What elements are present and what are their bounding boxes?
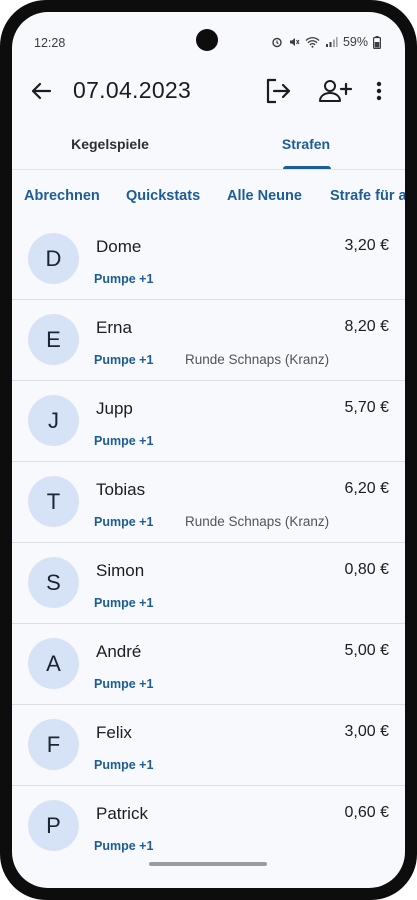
- tab-kegelspiele[interactable]: Kegelspiele: [12, 130, 208, 170]
- penalty-chip[interactable]: Pumpe +1: [94, 272, 153, 286]
- screen: 12:28 59% 07.04.2023 Kegelspiele Strafen…: [12, 12, 405, 888]
- action-row: Abrechnen Quickstats Alle Neune Strafe f…: [12, 182, 405, 212]
- more-vert-icon: [376, 81, 382, 101]
- action-quickstats[interactable]: Quickstats: [126, 188, 200, 204]
- tab-strafen[interactable]: Strafen: [208, 130, 404, 170]
- logout-icon: [266, 78, 291, 104]
- avatar: E: [28, 314, 79, 365]
- avatar: J: [28, 395, 79, 446]
- player-name: Simon: [96, 561, 145, 580]
- penalty-chip[interactable]: Runde Schnaps (Kranz): [185, 352, 329, 367]
- penalty-amount: 0,80 €: [344, 561, 389, 578]
- player-name: Tobias: [96, 480, 146, 499]
- penalty-amount: 6,20 €: [344, 480, 389, 497]
- penalty-chip[interactable]: Pumpe +1: [94, 758, 153, 772]
- home-indicator[interactable]: [149, 862, 267, 866]
- player-row[interactable]: S Simon 0,80 € Pumpe +1: [12, 543, 405, 624]
- back-button[interactable]: [26, 76, 56, 106]
- penalty-amount: 3,20 €: [344, 237, 389, 254]
- penalty-amount: 5,70 €: [344, 399, 389, 416]
- player-name: Jupp: [96, 399, 133, 418]
- more-options-button[interactable]: [369, 76, 389, 106]
- avatar: T: [28, 476, 79, 527]
- penalty-chip[interactable]: Pumpe +1: [94, 677, 153, 691]
- status-time: 12:28: [34, 36, 66, 50]
- battery-percent: 59%: [342, 35, 368, 49]
- player-row[interactable]: T Tobias 6,20 € Pumpe +1 Runde Schnaps (…: [12, 462, 405, 543]
- player-name: Erna: [96, 318, 132, 337]
- avatar: A: [28, 638, 79, 689]
- player-name: Felix: [96, 723, 132, 742]
- penalty-chip[interactable]: Runde Schnaps (Kranz): [185, 514, 329, 529]
- penalty-chip[interactable]: Pumpe +1: [94, 839, 153, 853]
- avatar: S: [28, 557, 79, 608]
- avatar: F: [28, 719, 79, 770]
- tab-bar: Kegelspiele Strafen: [12, 130, 405, 170]
- status-icons: 59%: [271, 35, 381, 49]
- penalty-amount: 0,60 €: [344, 804, 389, 821]
- penalty-chip[interactable]: Pumpe +1: [94, 353, 153, 367]
- app-bar: 07.04.2023: [12, 66, 405, 116]
- arrow-left-icon: [31, 82, 52, 100]
- add-player-button[interactable]: [317, 75, 353, 107]
- penalty-chip[interactable]: Pumpe +1: [94, 596, 153, 610]
- avatar: D: [28, 233, 79, 284]
- avatar: P: [28, 800, 79, 851]
- penalty-amount: 5,00 €: [344, 642, 389, 659]
- player-row[interactable]: P Patrick 0,60 € Pumpe +1: [12, 786, 405, 867]
- action-abrechnen[interactable]: Abrechnen: [24, 188, 100, 204]
- battery-icon: [373, 35, 381, 49]
- player-row[interactable]: D Dome 3,20 € Pumpe +1: [12, 219, 405, 300]
- action-alle-neune[interactable]: Alle Neune: [227, 188, 302, 204]
- alarm-icon: [272, 37, 282, 48]
- player-name: Patrick: [96, 804, 148, 823]
- penalty-amount: 8,20 €: [344, 318, 389, 335]
- player-name: Dome: [96, 237, 142, 256]
- tabs-divider: [12, 169, 405, 170]
- status-bar: 12:28 59%: [12, 12, 405, 52]
- player-row[interactable]: E Erna 8,20 € Pumpe +1 Runde Schnaps (Kr…: [12, 300, 405, 381]
- penalty-chip[interactable]: Pumpe +1: [94, 434, 153, 448]
- player-row[interactable]: J Jupp 5,70 € Pumpe +1: [12, 381, 405, 462]
- player-name: André: [96, 642, 142, 661]
- penalty-amount: 3,00 €: [344, 723, 389, 740]
- wifi-icon: [305, 37, 320, 48]
- player-row[interactable]: A André 5,00 € Pumpe +1: [12, 624, 405, 705]
- player-row[interactable]: F Felix 3,00 € Pumpe +1: [12, 705, 405, 786]
- logout-button[interactable]: [262, 75, 294, 107]
- penalty-chip[interactable]: Pumpe +1: [94, 515, 153, 529]
- signal-icon: [325, 37, 338, 47]
- phone-frame: 12:28 59% 07.04.2023 Kegelspiele Strafen…: [0, 0, 417, 900]
- mute-icon: [289, 38, 300, 46]
- page-title: 07.04.2023: [73, 77, 192, 103]
- person-add-icon: [319, 80, 353, 102]
- action-strafe-fuer-alle[interactable]: Strafe für a: [330, 188, 405, 204]
